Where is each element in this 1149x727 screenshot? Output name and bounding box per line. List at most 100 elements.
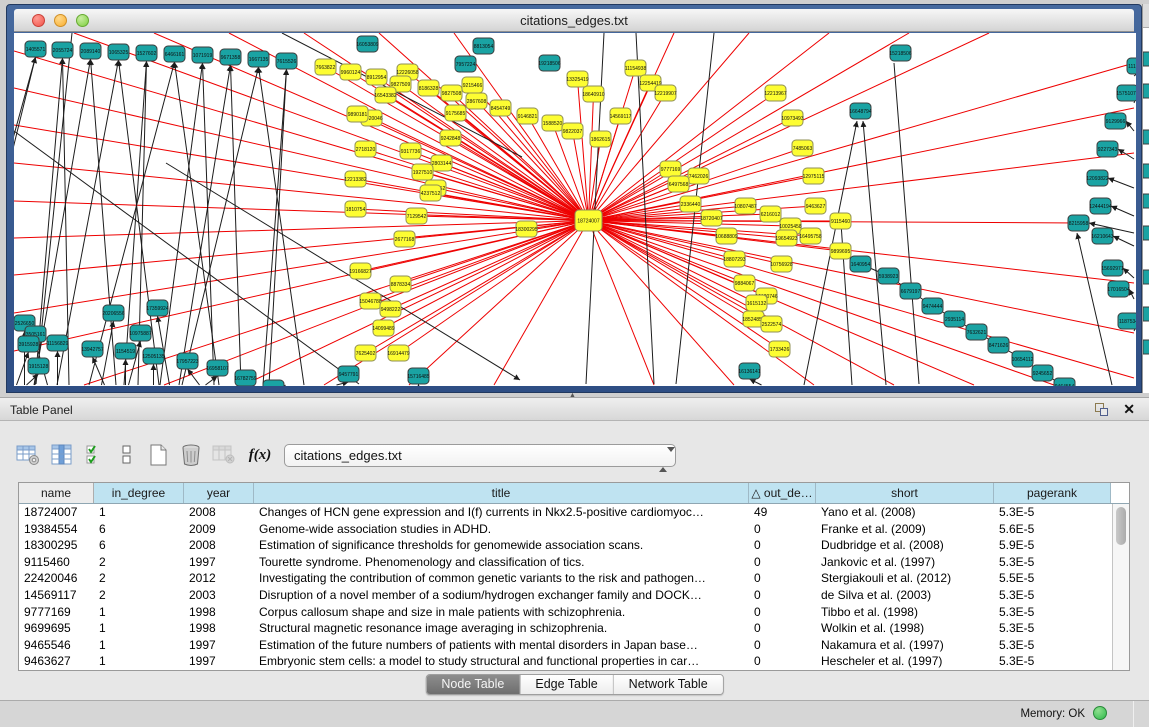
cell-pagerank: 5.9E-5 <box>994 537 1111 554</box>
cell-name: 18300295 <box>19 537 94 554</box>
graph-node-label: 8878334 <box>391 282 411 288</box>
cell-in_degree: 1 <box>94 504 184 521</box>
cell-out_de: 0 <box>749 637 816 654</box>
cell-short: Tibbo et al. (1998) <box>816 604 994 621</box>
table-row[interactable]: 946554611997Estimation of the future num… <box>19 637 1112 654</box>
graph-node-label: 3915928 <box>19 342 39 348</box>
graph-node-label: 12975115 <box>803 174 825 180</box>
cell-title: Changes of HCN gene expression and I(f) … <box>254 504 749 521</box>
table-row[interactable]: 2242004622012Investigating the contribut… <box>19 570 1112 587</box>
cell-out_de: 49 <box>749 504 816 521</box>
row-height-icon[interactable] <box>113 441 141 469</box>
network-canvas[interactable]: 1405571205572420891401065325152760264661… <box>14 33 1136 386</box>
graph-node-label: 6497568 <box>669 182 689 188</box>
graph-node-label: 14099489 <box>372 326 394 332</box>
table-row[interactable]: 946362711997Embryonic stem cells: a mode… <box>19 653 1112 670</box>
cell-title: Investigating the contribution of common… <box>254 570 749 587</box>
cell-name: 18724007 <box>19 504 94 521</box>
cell-name: 19384554 <box>19 521 94 538</box>
tab-network-table[interactable]: Network Table <box>613 675 723 694</box>
table-row[interactable]: 1830029562008Estimation of significance … <box>19 537 1112 554</box>
cell-pagerank: 5.3E-5 <box>994 604 1111 621</box>
table-row[interactable]: 1938455462009Genome-wide association stu… <box>19 521 1112 538</box>
graph-node-label: 16543382 <box>374 93 396 99</box>
graph-node-label: 9245652 <box>1033 371 1053 377</box>
select-columns-icon[interactable] <box>82 441 110 469</box>
column-header-out_de[interactable]: △ out_de… <box>749 483 816 503</box>
column-header-short[interactable]: short <box>816 483 994 503</box>
graph-node <box>1143 226 1149 240</box>
function-builder-icon[interactable]: f(x) <box>246 441 274 469</box>
graph-node-label: 9671358 <box>221 55 241 61</box>
memory-status-dot[interactable] <box>1093 706 1107 720</box>
graph-node-label: 11156829 <box>47 341 69 347</box>
cell-short: Dudbridge et al. (2008) <box>816 537 994 554</box>
delete-table-icon[interactable] <box>177 441 205 469</box>
cell-title: Structural magnetic resonance image aver… <box>254 620 749 637</box>
graph-node-label: 9227343 <box>1098 147 1118 153</box>
tab-node-table[interactable]: Node Table <box>426 675 519 694</box>
graph-node-label: 11154938 <box>625 66 647 72</box>
column-header-name[interactable]: name <box>19 483 94 503</box>
graph-node-label: 2522574 <box>762 322 782 328</box>
graph-node-label: 4237512 <box>421 191 441 197</box>
graph-node-label: 9474444 <box>923 304 943 310</box>
graph-node-label: 13325419 <box>566 77 588 83</box>
table-row[interactable]: 911546021997Tourette syndrome. Phenomeno… <box>19 554 1112 571</box>
column-header-year[interactable]: year <box>184 483 254 503</box>
window-title: citations_edges.txt <box>14 13 1134 28</box>
status-divider <box>1133 701 1134 727</box>
table-row[interactable]: 1872400712008Changes of HCN gene express… <box>19 504 1112 521</box>
graph-node-label: 2336440 <box>681 202 701 208</box>
graph-node-label: 1640954 <box>851 262 871 268</box>
graph-node-label: 18807293 <box>723 257 745 263</box>
graph-node-label: 9827508 <box>442 91 462 97</box>
window-titlebar[interactable]: citations_edges.txt <box>14 9 1134 32</box>
table-settings-icon[interactable] <box>14 441 42 469</box>
network-graph[interactable]: 1405571205572420891401065325152760264661… <box>14 33 1136 386</box>
graph-node-label: 5938923 <box>879 274 899 280</box>
close-panel-icon[interactable]: ✕ <box>1123 401 1135 418</box>
cell-year: 2008 <box>184 504 254 521</box>
column-header-title[interactable]: title <box>254 483 749 503</box>
table-scrollbar-thumb[interactable] <box>1116 507 1126 545</box>
cell-in_degree: 2 <box>94 554 184 571</box>
table-row[interactable]: 1456911722003Disruption of a novel membe… <box>19 587 1112 604</box>
graph-node-label: 12444194 <box>1089 204 1111 210</box>
network-table-select[interactable]: citations_edges.txt <box>284 444 676 467</box>
delete-column-icon[interactable] <box>210 441 238 469</box>
cell-in_degree: 1 <box>94 620 184 637</box>
new-table-icon[interactable] <box>144 441 172 469</box>
table-row[interactable]: 969969511998Structural magnetic resonanc… <box>19 620 1112 637</box>
graph-node-label: 1615132 <box>747 301 767 307</box>
cell-in_degree: 6 <box>94 521 184 538</box>
graph-node-label: 1927510 <box>413 170 433 176</box>
column-header-pagerank[interactable]: pagerank <box>994 483 1111 503</box>
column-header-in_degree[interactable]: in_degree <box>94 483 184 503</box>
table-row[interactable]: 977716911998Corpus callosum shape and si… <box>19 604 1112 621</box>
graph-node-label: 1065325 <box>109 50 129 56</box>
show-columns-icon[interactable] <box>48 441 76 469</box>
graph-node-label: 15218506 <box>889 51 911 57</box>
background-window-sliver[interactable] <box>1142 4 1149 393</box>
graph-node-label: 8454749 <box>491 106 511 112</box>
cell-title: Genome-wide association studies in ADHD. <box>254 521 749 538</box>
graph-node-label: 1527602 <box>137 51 157 57</box>
graph-node-label: 7129542 <box>407 214 427 220</box>
graph-node-label: 9884067 <box>735 281 755 287</box>
cell-name: 14569117 <box>19 587 94 604</box>
table-mode-tabs: Node TableEdge TableNetwork Table <box>425 674 723 695</box>
graph-node-label: 1810754 <box>346 207 366 213</box>
tab-edge-table[interactable]: Edge Table <box>519 675 612 694</box>
cell-pagerank: 5.3E-5 <box>994 554 1111 571</box>
table-scrollbar[interactable] <box>1112 504 1129 670</box>
graph-node-label: 18300295 <box>515 227 537 233</box>
graph-node-label: 9175685 <box>446 111 466 117</box>
table-panel-body: f(x) citations_edges.txt namein_degreeye… <box>0 421 1149 700</box>
graph-node <box>1143 270 1149 284</box>
float-window-icon[interactable] <box>1095 403 1109 417</box>
graph-node-label: 9498222 <box>381 307 401 313</box>
graph-node-label: 15046788 <box>359 299 381 305</box>
graph-node-label: 16648794 <box>849 109 871 115</box>
graph-node <box>1143 340 1149 354</box>
